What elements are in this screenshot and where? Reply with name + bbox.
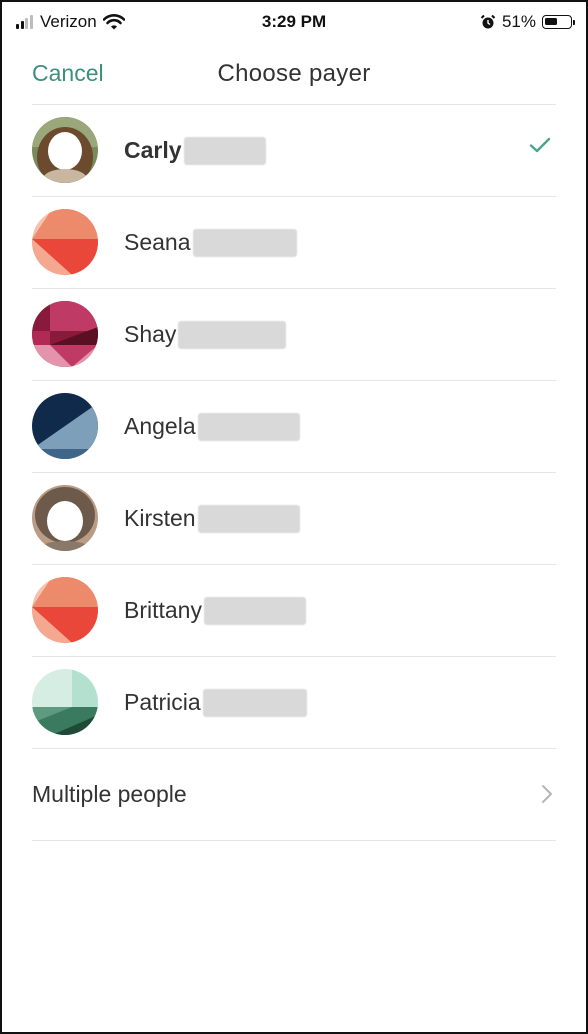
payer-name: Patricia xyxy=(124,689,201,715)
payer-row-seana[interactable]: Seana xyxy=(32,197,556,289)
alarm-icon xyxy=(480,14,496,29)
redacted-surname xyxy=(183,136,266,165)
redacted-surname xyxy=(202,688,307,717)
avatar-carly xyxy=(32,117,98,183)
payer-row-patricia[interactable]: Patricia xyxy=(32,657,556,749)
avatar-angela xyxy=(32,393,98,459)
payer-row-angela[interactable]: Angela xyxy=(32,381,556,473)
payer-name: Seana xyxy=(124,229,191,255)
battery-percent: 51% xyxy=(501,12,536,31)
payer-name: Kirsten xyxy=(124,505,196,531)
multiple-people-label: Multiple people xyxy=(32,781,187,807)
status-right: 51% xyxy=(480,12,575,32)
redacted-surname xyxy=(197,504,300,533)
redacted-surname xyxy=(178,320,287,349)
payer-row-shay[interactable]: Shay xyxy=(32,289,556,381)
payer-row-brittany[interactable]: Brittany xyxy=(32,565,556,657)
app-frame: Verizon 3:29 PM 51% Cancel Choose payer … xyxy=(0,0,588,1034)
redacted-surname xyxy=(197,412,300,441)
battery-icon xyxy=(542,15,575,29)
battery-level xyxy=(545,18,557,25)
payer-list: Carly Seana Shay Angela Kirsten Brittany… xyxy=(2,105,586,841)
avatar-shay xyxy=(32,301,98,367)
payer-name: Shay xyxy=(124,321,177,347)
page-title: Choose payer xyxy=(217,60,371,87)
multiple-people-row[interactable]: Multiple people xyxy=(32,749,556,841)
payer-name: Brittany xyxy=(124,597,202,623)
avatar-seana xyxy=(32,209,98,275)
chevron-right-icon xyxy=(542,785,552,803)
payer-name: Angela xyxy=(124,413,196,439)
payer-name: Carly xyxy=(124,137,182,163)
status-bar: Verizon 3:29 PM 51% xyxy=(2,2,586,42)
checkmark-icon xyxy=(529,137,551,153)
avatar-brittany xyxy=(32,577,98,643)
avatar-patricia xyxy=(32,669,98,735)
payer-row-kirsten[interactable]: Kirsten xyxy=(32,473,556,565)
payer-row-carly[interactable]: Carly xyxy=(32,105,556,197)
avatar-kirsten xyxy=(32,485,98,551)
redacted-surname xyxy=(203,596,306,625)
nav-bar: Cancel Choose payer xyxy=(2,42,586,104)
redacted-surname xyxy=(192,228,297,257)
